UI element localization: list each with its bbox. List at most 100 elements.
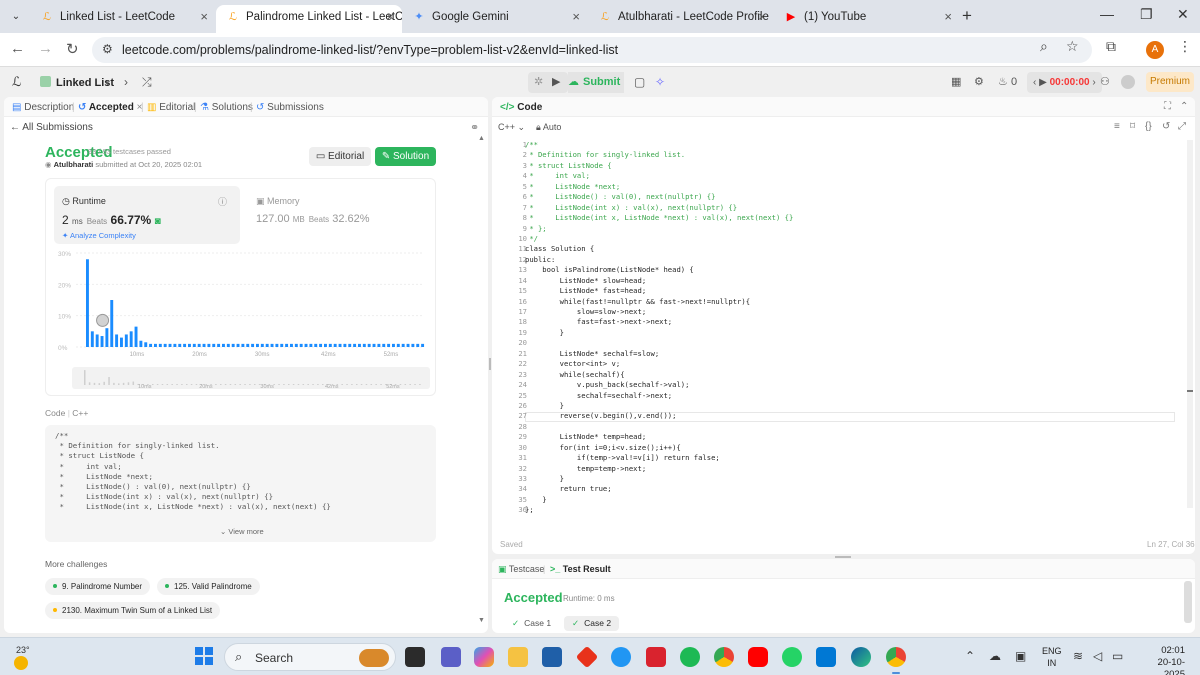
code-editor[interactable]: 1 2 3 4 5 6 7 8 9 10 11 12 13 14 15 16 17 18 19 20 21 22 23 24 2… xyxy=(492,140,1187,530)
youtube-icon[interactable] xyxy=(748,647,768,667)
profile-avatar[interactable]: A xyxy=(1146,41,1164,59)
run-button[interactable]: ▶ xyxy=(552,75,560,88)
language-indicator[interactable]: ENG IN xyxy=(1042,645,1062,669)
restore-button[interactable]: ❐ xyxy=(1140,6,1153,23)
timer[interactable]: ‹ ▶ 00:00:00 › xyxy=(1027,72,1102,93)
close-icon[interactable]: × xyxy=(944,5,952,29)
browser-menu-icon[interactable]: ⋮ xyxy=(1178,38,1192,55)
leetcode-logo-icon[interactable]: ℒ xyxy=(12,75,26,89)
memory-title[interactable]: ▣ Memory xyxy=(256,196,300,207)
code-line[interactable]: return true; xyxy=(525,484,793,494)
whatsapp-icon[interactable] xyxy=(782,647,802,667)
code-line[interactable]: * ListNode(int x, ListNode *next) : val(… xyxy=(525,213,793,223)
prev-problem-icon[interactable]: ‹ xyxy=(105,75,109,89)
taskbar-search[interactable]: ⌕ Search xyxy=(224,643,396,671)
code-line[interactable]: * ListNode *next; xyxy=(525,182,793,192)
next-problem-icon[interactable]: › xyxy=(124,75,128,89)
tab-editorial[interactable]: ▥ Editorial xyxy=(147,102,195,113)
code-line[interactable]: } xyxy=(525,328,793,338)
weather-sun-icon[interactable] xyxy=(14,656,28,670)
code-line[interactable]: * int val; xyxy=(525,171,793,181)
chrome-icon[interactable] xyxy=(714,647,734,667)
streak-counter[interactable]: ♨ 0 xyxy=(998,75,1017,88)
close-icon[interactable]: × xyxy=(200,5,208,29)
code-line[interactable]: while(fast!=nullptr && fast->next!=nullp… xyxy=(525,297,793,307)
layout-icon[interactable]: ▦ xyxy=(951,75,961,88)
tab-test-result[interactable]: >_ Test Result xyxy=(550,564,611,574)
copilot-icon[interactable] xyxy=(474,647,494,667)
tab-search-icon[interactable]: ⌄ xyxy=(6,7,26,27)
info-icon[interactable]: ⓘ xyxy=(218,195,227,208)
code-line[interactable]: * struct ListNode { xyxy=(525,161,793,171)
view-more-link[interactable]: ⌄ View more xyxy=(220,527,264,536)
browser-tab-linked-list[interactable]: ℒ Linked List - LeetCode × xyxy=(30,5,216,33)
shuffle-icon[interactable]: ⤮ xyxy=(142,75,152,90)
code-line[interactable]: for(int i=0;i<v.size();i++){ xyxy=(525,443,793,453)
forward-button[interactable]: → xyxy=(38,40,53,57)
code-line[interactable]: * ListNode() : val(0), next(nullptr) {} xyxy=(525,192,793,202)
code-line[interactable]: vector<int> v; xyxy=(525,359,793,369)
code-line[interactable]: * }; xyxy=(525,224,793,234)
code-line[interactable]: } xyxy=(525,474,793,484)
code-line[interactable]: * ListNode(int x) : val(x), next(nullptr… xyxy=(525,203,793,213)
scroll-up-arrow[interactable]: ▲ xyxy=(478,135,485,142)
challenge-chip[interactable]: 2130. Maximum Twin Sum of a Linked List xyxy=(45,602,221,619)
windows-start-button[interactable] xyxy=(195,647,213,665)
vscode-icon[interactable] xyxy=(816,647,836,667)
settings-gear-icon[interactable]: ⚙ xyxy=(974,75,984,88)
submit-button[interactable]: ☁ Submit xyxy=(568,72,624,93)
back-button[interactable]: ← xyxy=(10,40,25,57)
language-select[interactable]: C++ ⌄ xyxy=(498,122,525,133)
reset-icon[interactable]: ↺ xyxy=(1162,121,1170,132)
challenge-chip[interactable]: 125. Valid Palindrome xyxy=(157,578,260,595)
code-line[interactable]: fast=fast->next->next; xyxy=(525,317,793,327)
notes-icon[interactable]: ▢ xyxy=(634,75,645,89)
cloud-icon[interactable]: ☁ xyxy=(989,649,1001,663)
code-line[interactable]: if(temp->val!=v[i]) return false; xyxy=(525,453,793,463)
fullscreen-icon[interactable]: ⤢ xyxy=(1178,121,1186,132)
tab-description[interactable]: ▤ Description xyxy=(12,102,74,113)
braces-icon[interactable]: {} xyxy=(1145,121,1152,132)
code-line[interactable]: /** xyxy=(525,140,793,150)
code-line[interactable] xyxy=(525,422,793,432)
teams-icon[interactable] xyxy=(441,647,461,667)
runtime-card[interactable]: ◷ Runtime ⓘ 2 ms Beats 66.77% ◙ ✦ Analyze… xyxy=(54,186,240,244)
code-line[interactable]: ListNode* sechalf=slow; xyxy=(525,349,793,359)
debug-icon[interactable]: ✲ xyxy=(534,75,543,88)
code-line[interactable]: bool isPalindrome(ListNode* head) { xyxy=(525,265,793,275)
tray-overflow-icon[interactable]: ⌃ xyxy=(965,649,975,663)
edge-icon[interactable] xyxy=(851,647,871,667)
zoom-icon[interactable]: ⌕ xyxy=(1040,38,1048,55)
wifi-icon[interactable]: ≋ xyxy=(1073,649,1083,663)
case-2-tab[interactable]: ✓ Case 2 xyxy=(564,616,620,631)
code-line[interactable]: public: xyxy=(525,255,793,265)
close-icon[interactable]: × xyxy=(572,5,580,29)
bookmark-star-icon[interactable]: ☆ xyxy=(1066,38,1079,55)
code-line[interactable]: ListNode* fast=head; xyxy=(525,286,793,296)
close-icon[interactable]: × xyxy=(758,5,766,29)
result-scrollbar[interactable] xyxy=(1184,581,1192,623)
problem-list-link[interactable]: Linked List xyxy=(40,76,114,89)
user-avatar[interactable] xyxy=(1121,75,1135,89)
weather-temp[interactable]: 23° xyxy=(16,645,30,655)
volume-icon[interactable]: ◁ xyxy=(1093,649,1102,663)
code-line[interactable]: slow=slow->next; xyxy=(525,307,793,317)
site-info-icon[interactable]: ⚙ xyxy=(102,42,113,56)
code-line[interactable]: reverse(v.begin(),v.end()); xyxy=(525,411,793,421)
mcafee-icon[interactable] xyxy=(646,647,666,667)
code-line[interactable] xyxy=(525,338,793,348)
code-line[interactable]: temp=temp->next; xyxy=(525,464,793,474)
task-view-icon[interactable] xyxy=(405,647,425,667)
share-link-icon[interactable]: ⚭ xyxy=(470,121,479,134)
all-submissions-link[interactable]: ← All Submissions xyxy=(10,122,93,133)
browser-tab-youtube[interactable]: ▶ (1) YouTube × xyxy=(774,5,960,33)
case-1-tab[interactable]: ✓ Case 1 xyxy=(504,616,559,631)
code-line[interactable]: } xyxy=(525,495,793,505)
browser-tab-profile[interactable]: ℒ Atulbharati - LeetCode Profile × xyxy=(588,5,774,33)
battery-icon[interactable]: ▭ xyxy=(1112,649,1123,663)
code-line[interactable]: } xyxy=(525,401,793,411)
editor-scrollbar[interactable] xyxy=(1187,140,1193,508)
store-icon[interactable] xyxy=(542,647,562,667)
code-line[interactable]: * Definition for singly-linked list. xyxy=(525,150,793,160)
clock[interactable]: 02:01 20-10-2025 xyxy=(1137,645,1185,675)
